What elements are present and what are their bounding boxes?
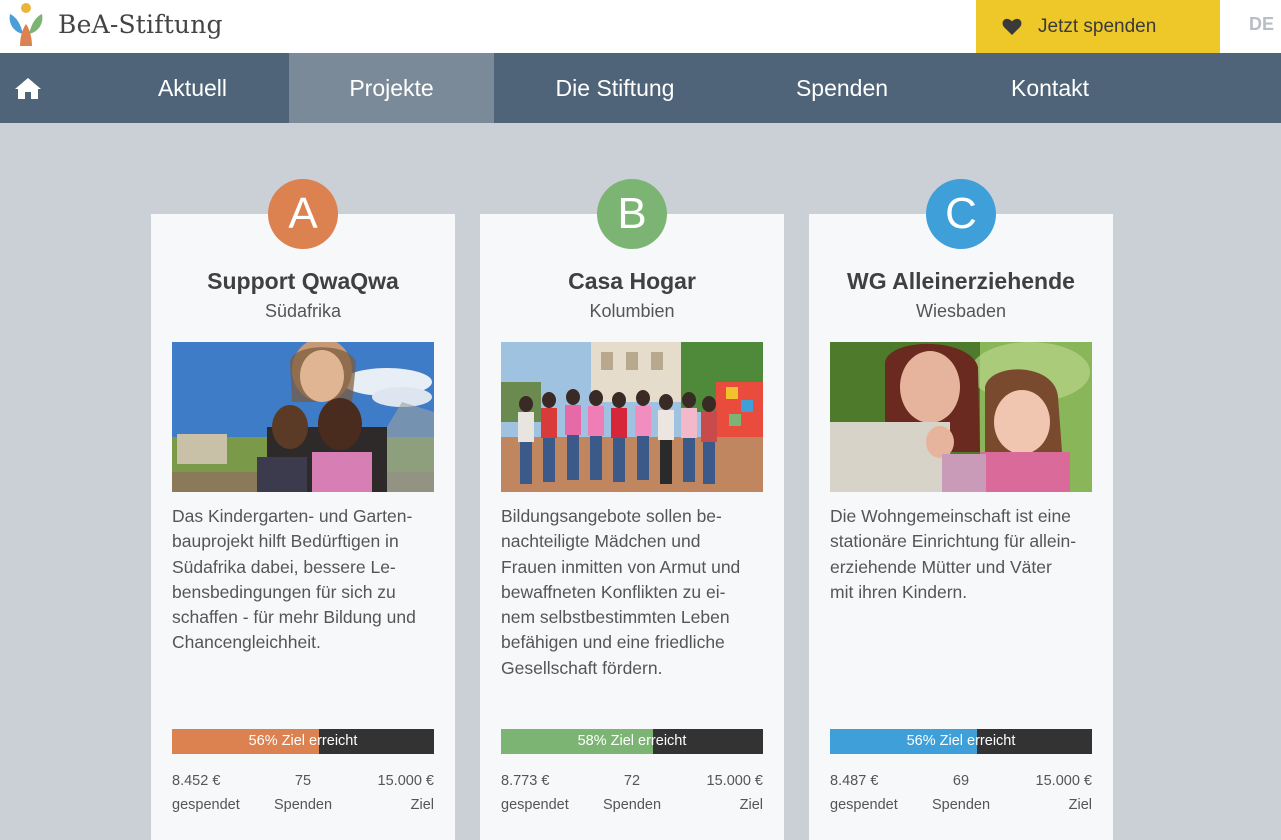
goal-stat: 15.000 € Ziel [707,769,763,817]
nav-item-aktuell[interactable]: Aktuell [96,53,289,123]
description-line: Chancengleichheit. [172,632,321,653]
project-location: Südafrika [264,301,342,321]
nav-item-die-stiftung[interactable]: Die Stiftung [510,53,720,123]
project-letter-badge: C [926,179,996,249]
donations-label: Spenden [273,797,333,813]
description-line: bewaffneten Konflikten zu ei- [501,581,726,602]
project-title[interactable]: Support QwaQwa [151,268,455,295]
project-title[interactable]: WG Alleinerziehende [809,268,1113,295]
goal-label: Ziel [739,797,763,813]
main-nav: Aktuell Projekte Die Stiftung Spenden Ko… [0,53,1281,123]
goal-amount: 15.000 € [1035,773,1092,789]
funding-progress-bar: 58% Ziel erreicht [501,729,763,754]
description-line: erziehende Mütter und Väter [830,556,1052,577]
donations-stat: 75 Spenden [253,769,353,817]
project-description: Das Kindergarten- und Garten- bauprojekt… [172,504,436,656]
description-line: Südafrika dabei, bessere Le- [172,556,396,577]
description-line: Das Kindergarten- und Garten- [172,506,413,526]
donations-count: 72 [623,773,641,789]
goal-label: Ziel [1068,797,1092,813]
donated-label: gespendet [830,797,898,813]
donations-stat: 72 Spenden [582,769,682,817]
donated-amount: 8.487 € [830,773,879,789]
donated-amount: 8.773 € [501,773,550,789]
project-photo[interactable] [830,342,1092,492]
progress-label: 58% Ziel erreicht [577,733,687,749]
language-switch[interactable]: DE [1249,14,1274,35]
description-line: schaffen - für mehr Bildung und [172,607,416,628]
project-card-b[interactable]: B Casa Hogar Kolumbien Bildungsangebote … [480,179,784,840]
funding-progress-bar: 56% Ziel erreicht [830,729,1092,754]
project-stats: 8.773 € gespendet 72 Spenden 15.000 € Ziel [501,769,763,819]
nav-item-kontakt[interactable]: Kontakt [950,53,1150,123]
donations-label: Spenden [602,797,662,813]
donations-count: 69 [952,773,970,789]
description-line: stationäre Einrichtung für allein- [830,531,1077,552]
project-description: Die Wohngemeinschaft ist eine stationäre… [830,504,1094,605]
goal-amount: 15.000 € [377,773,434,789]
description-line: Gesellschaft fördern. [501,657,663,678]
description-line: bensbedingungen für sich zu [172,581,396,602]
project-title[interactable]: Casa Hogar [480,268,784,295]
donations-stat: 69 Spenden [911,769,1011,817]
project-card-a[interactable]: A Support QwaQwa Südafrika Das Kindergar… [151,179,455,840]
home-icon [14,78,41,99]
project-card-c[interactable]: C WG Alleinerziehende Wiesbaden Die Wohn… [809,179,1113,840]
donated-label: gespendet [501,797,569,813]
donated-stat: 8.452 € gespendet [172,769,240,817]
bea-logo-icon[interactable] [6,2,46,46]
description-line: Bildungsangebote sollen be- [501,506,722,526]
project-letter-badge: A [268,179,338,249]
progress-label: 56% Ziel erreicht [906,733,1016,749]
nav-item-projekte[interactable]: Projekte [289,53,494,123]
project-photo[interactable] [172,342,434,492]
funding-progress-bar: 56% Ziel erreicht [172,729,434,754]
description-line: nachteiligte Mädchen und [501,531,701,552]
goal-label: Ziel [410,797,434,813]
progress-label: 56% Ziel erreicht [248,733,358,749]
description-line: bauprojekt hilft Bedürftigen in [172,531,399,552]
goal-stat: 15.000 € Ziel [1036,769,1092,817]
donated-stat: 8.487 € gespendet [830,769,898,817]
project-letter-badge: B [597,179,667,249]
donations-label: Spenden [931,797,991,813]
donated-amount: 8.452 € [172,773,221,789]
donations-count: 75 [294,773,312,789]
top-header: BeA-Stiftung Jetzt spenden DE [0,0,1281,53]
donate-now-label: Jetzt spenden [1038,15,1157,37]
project-location: Kolumbien [589,301,675,321]
nav-item-spenden[interactable]: Spenden [742,53,942,123]
brand-name[interactable]: BeA-Stiftung [58,10,223,39]
description-line: befähigen und eine friedliche [501,632,725,653]
nav-home[interactable] [0,53,55,123]
goal-amount: 15.000 € [706,773,763,789]
donated-label: gespendet [172,797,240,813]
heart-icon [1002,18,1022,35]
project-location: Wiesbaden [915,301,1007,321]
project-stats: 8.487 € gespendet 69 Spenden 15.000 € Ziel [830,769,1092,819]
donate-now-button[interactable]: Jetzt spenden [976,0,1220,53]
description-line: Frauen inmitten von Armut und [501,556,741,577]
project-stats: 8.452 € gespendet 75 Spenden 15.000 € Ziel [172,769,434,819]
project-photo[interactable] [501,342,763,492]
description-line: mit ihren Kindern. [830,581,968,602]
description-line: nem selbstbestimmten Leben [501,607,730,628]
goal-stat: 15.000 € Ziel [378,769,434,817]
project-description: Bildungsangebote sollen be- nachteiligte… [501,504,765,681]
description-line: Die Wohngemeinschaft ist eine [830,506,1071,526]
donated-stat: 8.773 € gespendet [501,769,569,817]
